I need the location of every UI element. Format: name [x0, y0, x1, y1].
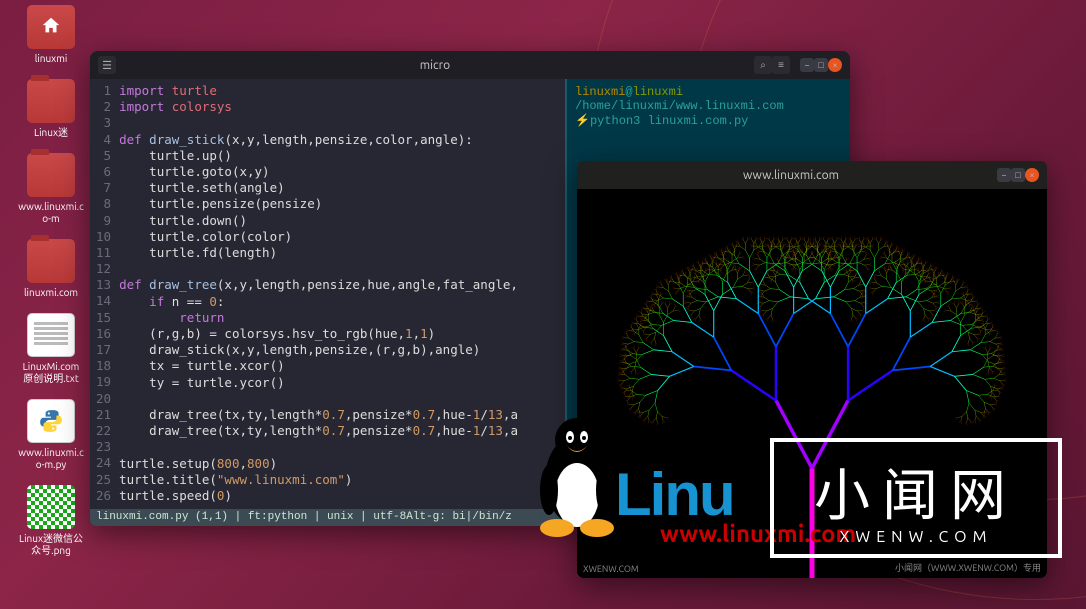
desktop-icon[interactable]: Linux迷	[18, 79, 84, 139]
linux-logo-text: Linu	[615, 460, 734, 529]
watermark-cn: 小闻网	[814, 451, 1018, 532]
desktop-icon[interactable]: www.linuxmi.co-m	[18, 153, 84, 225]
minimize-button[interactable]: −	[997, 168, 1011, 182]
minimize-button[interactable]: −	[800, 58, 814, 72]
desktop-icon[interactable]: www.linuxmi.co-m.py	[18, 399, 84, 471]
desktop-icon-label: Linux迷微信公众号.png	[18, 533, 84, 557]
tux-penguin-icon	[527, 410, 627, 540]
menu-icon[interactable]: ≡	[772, 56, 790, 74]
line-number-gutter: 1234567891011121314151617181920212223242…	[90, 79, 119, 509]
terminal-command-line: ⚡python3 linuxmi.com.py	[575, 113, 842, 128]
desktop-icons: linuxmi Linux迷 www.linuxmi.co-m linuxmi.com…	[18, 5, 98, 571]
micro-titlebar[interactable]: ☰ micro ⌕ ≡ − □ ×	[90, 51, 850, 79]
desktop-icon[interactable]: linuxmi	[18, 5, 84, 65]
canvas-watermark-left: XWENW.COM	[583, 564, 639, 574]
turtle-titlebar[interactable]: www.linuxmi.com − □ ×	[577, 161, 1047, 189]
code-content[interactable]: import turtleimport colorsys def draw_st…	[119, 79, 518, 509]
watermark-en: XWENW.COM	[840, 528, 993, 546]
xwenw-watermark: 小闻网 XWENW.COM	[770, 438, 1062, 558]
code-editor-pane[interactable]: 1234567891011121314151617181920212223242…	[90, 79, 565, 509]
desktop-icon[interactable]: linuxmi.com	[18, 239, 84, 299]
terminal-prompt-line: linuxmi@linuxmi /home/linuxmi/www.linuxm…	[575, 85, 842, 113]
bolt-icon: ⚡	[575, 114, 590, 128]
maximize-button[interactable]: □	[814, 58, 828, 72]
window-title: micro	[116, 59, 754, 72]
desktop-icon-label: LinuxMi.com原创说明.txt	[18, 361, 84, 385]
desktop-icon[interactable]: Linux迷微信公众号.png	[18, 485, 84, 557]
desktop-icon-label: linuxmi	[18, 53, 84, 65]
maximize-button[interactable]: □	[1011, 168, 1025, 182]
desktop-icon[interactable]: LinuxMi.com原创说明.txt	[18, 313, 84, 385]
close-button[interactable]: ×	[828, 58, 842, 72]
canvas-watermark-right: 小闻网（WWW.XWENW.COM）专用	[895, 561, 1041, 574]
desktop-icon-label: linuxmi.com	[18, 287, 84, 299]
hamburger-menu-icon[interactable]: ☰	[98, 56, 116, 74]
window-title: www.linuxmi.com	[585, 169, 997, 182]
desktop-icon-label: www.linuxmi.co-m	[18, 201, 84, 225]
desktop-icon-label: Linux迷	[18, 127, 84, 139]
close-button[interactable]: ×	[1025, 168, 1039, 182]
search-icon[interactable]: ⌕	[754, 56, 772, 74]
desktop-icon-label: www.linuxmi.co-m.py	[18, 447, 84, 471]
